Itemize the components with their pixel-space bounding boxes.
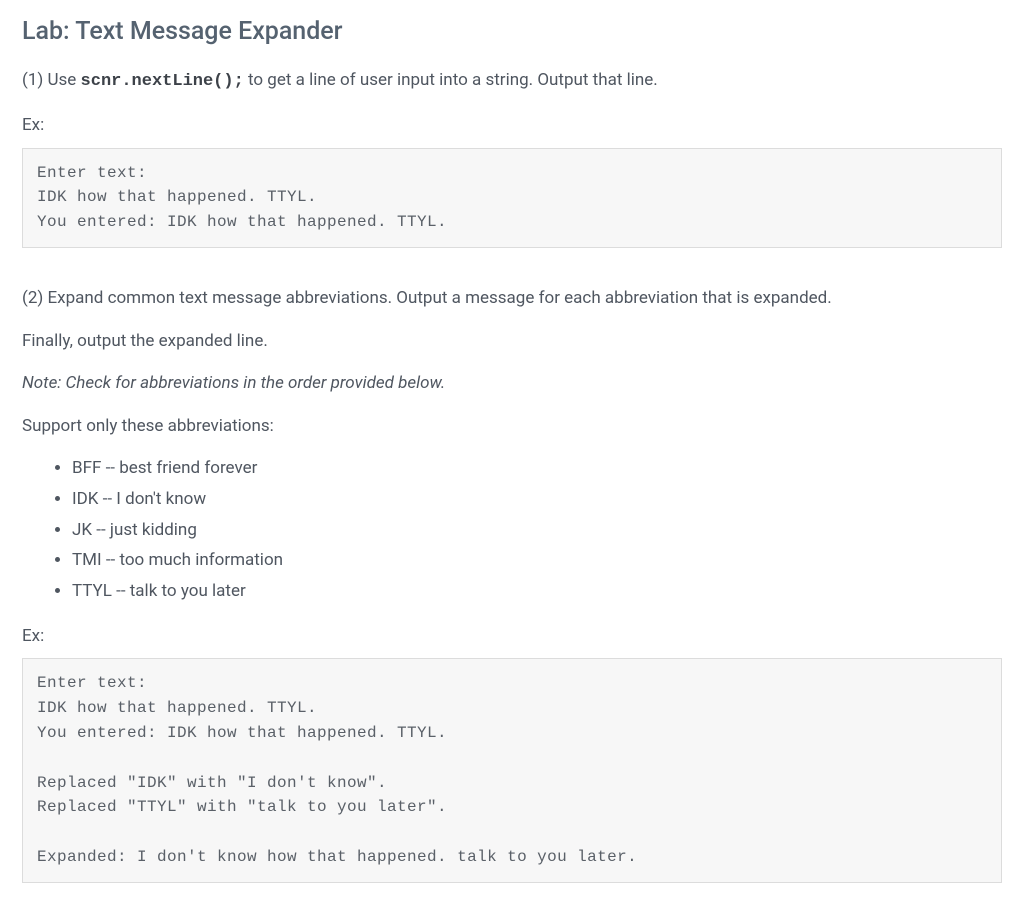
list-item: TTYL -- talk to you later xyxy=(72,579,1002,604)
list-item: JK -- just kidding xyxy=(72,518,1002,543)
step1-paragraph: (1) Use scnr.nextLine(); to get a line o… xyxy=(22,68,1002,95)
list-item: BFF -- best friend forever xyxy=(72,456,1002,481)
list-item: IDK -- I don't know xyxy=(72,487,1002,512)
example-output-2: Enter text: IDK how that happened. TTYL.… xyxy=(22,658,1002,882)
step2-line1: (2) Expand common text message abbreviat… xyxy=(22,286,1002,311)
step1-post-text: to get a line of user input into a strin… xyxy=(244,70,658,90)
list-item: TMI -- too much information xyxy=(72,548,1002,573)
order-note: Note: Check for abbreviations in the ord… xyxy=(22,371,1002,396)
example-label-1: Ex: xyxy=(22,113,1002,138)
page-title: Lab: Text Message Expander xyxy=(22,14,1002,50)
step2-line2: Finally, output the expanded line. xyxy=(22,329,1002,354)
inline-code: scnr.nextLine(); xyxy=(81,72,244,91)
example-output-1: Enter text: IDK how that happened. TTYL.… xyxy=(22,148,1002,248)
lab-document: Lab: Text Message Expander (1) Use scnr.… xyxy=(0,0,1024,903)
abbreviation-list: BFF -- best friend forever IDK -- I don'… xyxy=(22,456,1002,603)
support-label: Support only these abbreviations: xyxy=(22,414,1002,439)
example-label-2: Ex: xyxy=(22,624,1002,649)
step1-pre-text: (1) Use xyxy=(22,70,81,90)
